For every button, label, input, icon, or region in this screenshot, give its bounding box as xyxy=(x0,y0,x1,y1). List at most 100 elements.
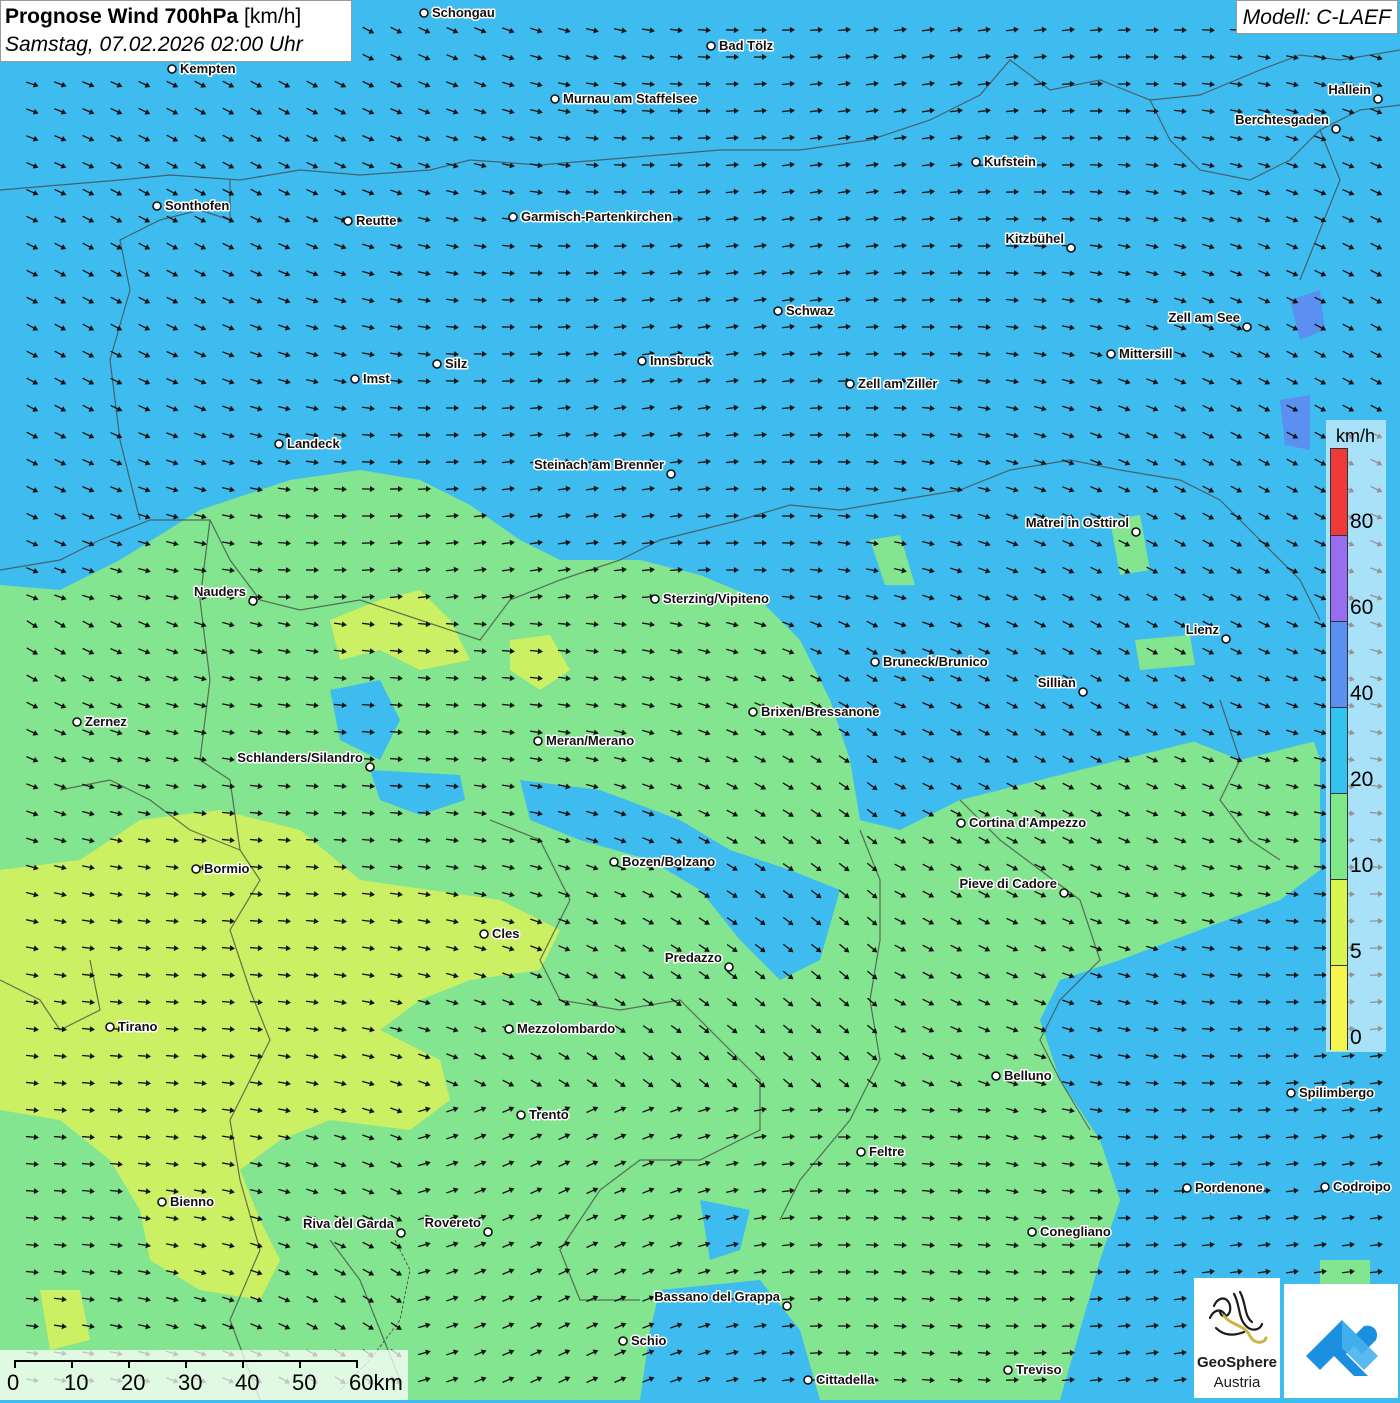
city-label: Cortina d'Ampezzo xyxy=(969,815,1086,830)
city-label: Brixen/Bressanone xyxy=(761,704,880,719)
city-marker[interactable] xyxy=(707,42,715,50)
city-marker[interactable] xyxy=(651,595,659,603)
geosphere-name: GeoSphere xyxy=(1194,1354,1280,1371)
city-marker[interactable] xyxy=(1321,1183,1329,1191)
city-marker[interactable] xyxy=(366,763,374,771)
city-label: Sonthofen xyxy=(165,198,229,213)
city-marker[interactable] xyxy=(846,380,854,388)
city-label: Conegliano xyxy=(1040,1224,1111,1239)
map-title: Prognose Wind 700hPa [km/h] xyxy=(5,3,347,31)
city-marker[interactable] xyxy=(351,375,359,383)
city-label: Cittadella xyxy=(816,1372,875,1387)
geosphere-logo[interactable]: GeoSphere Austria xyxy=(1194,1278,1280,1398)
city-marker[interactable] xyxy=(774,307,782,315)
city-marker[interactable] xyxy=(1028,1228,1036,1236)
model-label: Modell: C-LAEF xyxy=(1236,0,1398,34)
scale-tick xyxy=(128,1360,130,1368)
city-label: Bormio xyxy=(204,861,250,876)
city-marker[interactable] xyxy=(725,963,733,971)
legend-tick-label: 5 xyxy=(1350,940,1362,964)
city-label: Bad Tölz xyxy=(719,38,774,53)
legend-color-bar xyxy=(1330,448,1348,1050)
city-label: Sterzing/Vipiteno xyxy=(663,591,769,606)
legend-tick-label: 40 xyxy=(1350,682,1373,706)
city-marker[interactable] xyxy=(275,440,283,448)
city-marker[interactable] xyxy=(957,819,965,827)
city-marker[interactable] xyxy=(153,202,161,210)
city-marker[interactable] xyxy=(517,1111,525,1119)
city-marker[interactable] xyxy=(1332,125,1340,133)
legend-tick-label: 80 xyxy=(1350,510,1373,534)
city-marker[interactable] xyxy=(871,658,879,666)
city-label: Bruneck/Brunico xyxy=(883,654,988,669)
city-marker[interactable] xyxy=(1222,635,1230,643)
city-marker[interactable] xyxy=(420,9,428,17)
city-marker[interactable] xyxy=(249,597,257,605)
city-marker[interactable] xyxy=(1107,350,1115,358)
city-label: Predazzo xyxy=(665,950,722,965)
city-marker[interactable] xyxy=(1079,688,1087,696)
city-label: Meran/Merano xyxy=(546,733,634,748)
city-label: Hallein xyxy=(1328,82,1371,97)
city-label: Innsbruck xyxy=(650,353,713,368)
city-marker[interactable] xyxy=(106,1023,114,1031)
city-marker[interactable] xyxy=(505,1025,513,1033)
city-marker[interactable] xyxy=(1183,1184,1191,1192)
city-label: Zernez xyxy=(85,714,127,729)
city-marker[interactable] xyxy=(534,737,542,745)
city-marker[interactable] xyxy=(1374,95,1382,103)
city-marker[interactable] xyxy=(168,65,176,73)
city-label: Lienz xyxy=(1186,622,1220,637)
city-label: Zell am See xyxy=(1168,310,1240,325)
city-marker[interactable] xyxy=(192,865,200,873)
city-marker[interactable] xyxy=(1132,528,1140,536)
geosphere-emblem-icon xyxy=(1194,1278,1280,1354)
wind-map[interactable]: SchongauBad TölzKemptenMurnau am Staffel… xyxy=(0,0,1400,1400)
city-label: Kempten xyxy=(180,61,236,76)
city-label: Belluno xyxy=(1004,1068,1052,1083)
city-label: Pieve di Cadore xyxy=(959,876,1057,891)
city-marker[interactable] xyxy=(667,470,675,478)
wind-zone-10-20-patch xyxy=(1135,635,1195,670)
city-label: Spilimbergo xyxy=(1299,1085,1374,1100)
weather-app-icon xyxy=(1284,1284,1398,1398)
city-label: Codroipo xyxy=(1333,1179,1391,1194)
city-marker[interactable] xyxy=(397,1229,405,1237)
city-marker[interactable] xyxy=(484,1228,492,1236)
scale-bar: 0102030405060km xyxy=(0,1350,408,1400)
city-label: Rovereto xyxy=(425,1215,481,1230)
city-marker[interactable] xyxy=(551,95,559,103)
app-logo[interactable] xyxy=(1284,1284,1398,1398)
city-marker[interactable] xyxy=(804,1376,812,1384)
city-marker[interactable] xyxy=(638,357,646,365)
city-marker[interactable] xyxy=(1060,889,1068,897)
city-marker[interactable] xyxy=(344,217,352,225)
city-marker[interactable] xyxy=(73,718,81,726)
city-marker[interactable] xyxy=(433,360,441,368)
city-marker[interactable] xyxy=(619,1337,627,1345)
city-marker[interactable] xyxy=(857,1148,865,1156)
city-marker[interactable] xyxy=(972,158,980,166)
city-marker[interactable] xyxy=(610,858,618,866)
scale-tick xyxy=(299,1360,301,1368)
legend-color-segment xyxy=(1331,879,1347,965)
city-marker[interactable] xyxy=(1243,323,1251,331)
city-label: Trento xyxy=(529,1107,569,1122)
city-marker[interactable] xyxy=(992,1072,1000,1080)
city-label: Kufstein xyxy=(984,154,1036,169)
scale-label: 30 xyxy=(178,1370,202,1396)
city-label: Treviso xyxy=(1016,1362,1062,1377)
legend-color-segment xyxy=(1331,965,1347,1051)
city-marker[interactable] xyxy=(1067,244,1075,252)
city-marker[interactable] xyxy=(480,930,488,938)
city-marker[interactable] xyxy=(509,213,517,221)
city-marker[interactable] xyxy=(1004,1366,1012,1374)
city-label: Cles xyxy=(492,926,519,941)
city-label: Matrei in Osttirol xyxy=(1026,515,1129,530)
city-marker[interactable] xyxy=(749,708,757,716)
city-marker[interactable] xyxy=(158,1198,166,1206)
city-marker[interactable] xyxy=(783,1302,791,1310)
legend-color-segment xyxy=(1331,535,1347,621)
scale-tick xyxy=(14,1360,16,1368)
city-marker[interactable] xyxy=(1287,1089,1295,1097)
